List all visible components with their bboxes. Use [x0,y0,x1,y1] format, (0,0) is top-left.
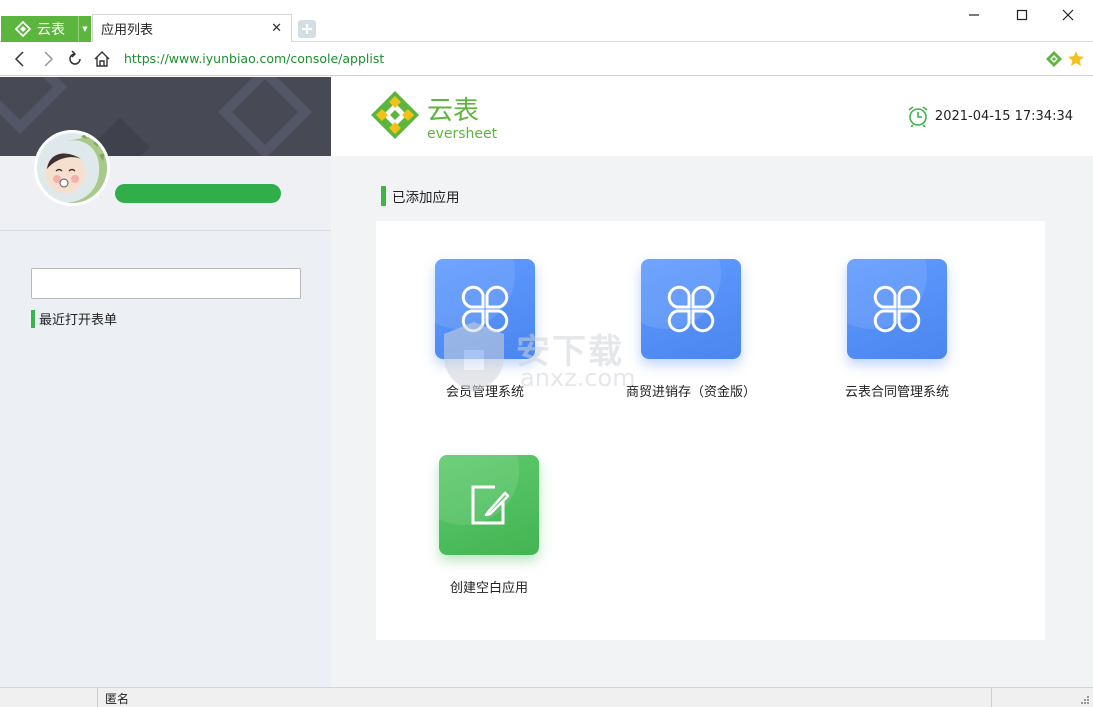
section-accent-bar [381,186,386,206]
new-tab-button[interactable] [298,20,316,38]
datetime-text: 2021-04-15 17:34:34 [934,108,1073,124]
tab-close-icon[interactable]: ✕ [271,21,282,36]
watermark-sub: anxz.com [520,364,636,392]
arrow-left-icon [14,51,24,67]
app-menu-button[interactable]: 云表 ▼ [1,16,91,42]
eversheet-logo-icon: 云表 eversheet [371,91,498,142]
username-bar [115,184,281,203]
app-name: 创建空白应用 [449,581,528,596]
recent-forms-label: 最近打开表单 [39,313,118,328]
recent-forms-header: 最近打开表单 [31,309,117,328]
added-apps-title: 已添加应用 [392,190,460,206]
search-input[interactable] [31,268,301,299]
back-button[interactable] [10,49,30,69]
eversheet-logo: 云表 eversheet [369,89,509,145]
main-header: 云表 eversheet 2021-04-15 17:34:34 [331,77,1093,156]
app-card-contract-management[interactable]: 云表合同管理系统 [807,259,987,400]
star-icon[interactable] [1067,50,1085,68]
close-icon [1062,9,1074,21]
brand-cn-text: 云表 [427,96,479,126]
app-name: 云表 [37,22,65,38]
added-apps-header: 已添加应用 [381,186,460,206]
status-user: 匿名 [105,692,130,706]
forward-button[interactable] [38,49,58,69]
watermark: 安下载 anxz.com [436,318,666,398]
tab-label: 应用列表 [101,23,154,38]
yunbiao-diamond-icon[interactable] [1045,50,1063,68]
app-name: 云表合同管理系统 [844,385,949,400]
refresh-icon [69,50,81,65]
resize-grip-icon[interactable] [1079,694,1089,704]
status-divider [991,688,992,707]
close-window-button[interactable] [1045,5,1091,25]
edit-icon [471,485,510,525]
maximize-icon [1016,9,1028,21]
create-app-tile[interactable] [439,455,539,555]
url-text[interactable]: https://www.iyunbiao.com/console/applist [124,51,384,66]
plus-icon [302,24,312,34]
sidebar: 最近打开表单 [0,77,331,687]
refresh-button[interactable] [65,49,85,69]
apps-panel: 会员管理系统 商贸进销存（资金版） 云表合同管理系统 创建空白应用 [376,221,1045,640]
dino-avatar-icon [37,133,107,203]
datetime-display: 2021-04-15 17:34:34 [907,105,1073,127]
minimize-icon [969,14,979,16]
yunbiao-logo-icon [15,21,31,37]
avatar[interactable] [34,130,110,206]
main-content: 已添加应用 会员管理系统 商贸进销存（资金版） 云表合同管理系统 创建空白应用 [331,156,1093,687]
minimize-button[interactable] [951,5,997,25]
status-bar: 匿名 [0,687,1093,707]
home-button[interactable] [92,49,112,69]
clover-icon [667,285,715,333]
maximize-button[interactable] [999,5,1045,25]
home-icon [94,51,110,67]
chevron-down-icon[interactable]: ▼ [78,16,91,42]
arrow-right-icon [44,51,54,67]
clover-icon [873,285,921,333]
brand-en-text: eversheet [427,126,498,142]
create-blank-app-card[interactable]: 创建空白应用 [399,455,579,596]
shield-icon [444,322,504,392]
status-divider [97,688,98,707]
tab-applist[interactable]: 应用列表 ✕ [92,14,292,43]
section-accent-bar [31,309,35,328]
alarm-clock-icon [908,106,928,127]
address-bar: https://www.iyunbiao.com/console/applist [0,42,1093,76]
browser-titlebar: 云表 ▼ 应用列表 ✕ [0,0,1093,43]
app-tile[interactable] [847,259,947,359]
